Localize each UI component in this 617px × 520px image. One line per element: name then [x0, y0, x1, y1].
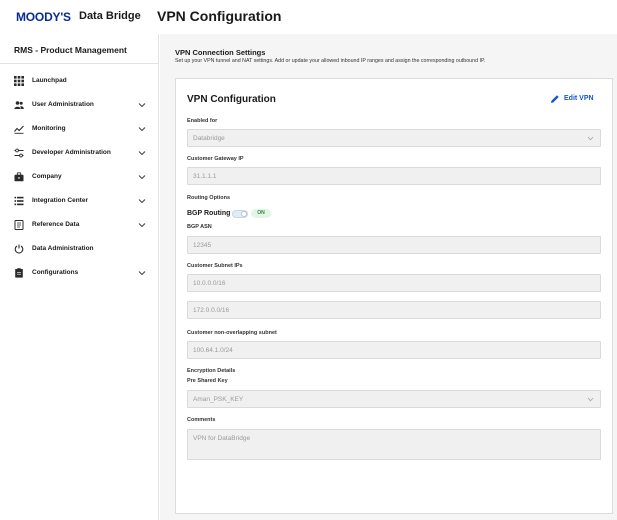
bgp-routing-label: BGP Routing	[187, 210, 231, 217]
bgp-asn-label: BGP ASN	[187, 224, 212, 230]
main-content: VPN Connection Settings Set up your VPN …	[160, 34, 617, 520]
customer-gateway-value: 31.1.1.1	[193, 173, 217, 180]
pencil-icon	[551, 95, 559, 103]
sidebar-item-monitoring[interactable]: Monitoring	[0, 120, 159, 140]
users-icon	[14, 101, 24, 109]
card-title: VPN Configuration	[187, 94, 276, 105]
non-overlapping-subnet-label: Customer non-overlapping subnet	[187, 330, 277, 336]
customer-subnet-field-2[interactable]: 172.0.0.0/16	[187, 301, 601, 319]
sidebar-item-label: User Administration	[32, 101, 94, 108]
product-name: Data Bridge	[79, 10, 141, 22]
book-icon	[14, 220, 24, 230]
sidebar-item-label: Monitoring	[32, 125, 66, 132]
top-bar: MOODY'S Data Bridge VPN Configuration	[0, 0, 617, 34]
enabled-for-value: Databridge	[193, 135, 225, 142]
non-overlapping-subnet-field[interactable]: 100.64.1.0/24	[187, 341, 601, 359]
vpn-config-card: VPN Configuration Edit VPN Enabled for D…	[175, 78, 613, 514]
sidebar-item-data-administration[interactable]: Data Administration	[0, 240, 159, 260]
sidebar-item-label: Reference Data	[32, 221, 80, 228]
bgp-routing-toggle[interactable]	[232, 210, 248, 218]
enabled-for-label: Enabled for	[187, 118, 218, 124]
chevron-down-icon[interactable]	[138, 150, 146, 156]
sliders-icon	[14, 148, 24, 158]
pre-shared-key-select[interactable]: Aman_PSK_KEY	[187, 390, 601, 408]
comments-textarea[interactable]: VPN for DataBridge	[187, 429, 601, 460]
chevron-down-icon[interactable]	[138, 102, 146, 108]
sidebar-title: RMS - Product Management	[14, 45, 127, 55]
sidebar-item-integration-center[interactable]: Integration Center	[0, 192, 159, 212]
sidebar-item-developer-administration[interactable]: Developer Administration	[0, 144, 159, 164]
chevron-down-icon	[587, 397, 594, 402]
customer-subnet-field-1[interactable]: 10.0.0.0/16	[187, 274, 601, 292]
chevron-down-icon[interactable]	[138, 126, 146, 132]
toggle-knob	[241, 211, 247, 217]
enabled-for-select[interactable]: Databridge	[187, 129, 601, 147]
sidebar-item-label: Data Administration	[32, 245, 94, 252]
edit-vpn-button[interactable]: Edit VPN	[550, 94, 602, 106]
encryption-details-label: Encryption Details	[187, 368, 236, 374]
sidebar-item-label: Developer Administration	[32, 149, 111, 156]
sidebar-item-configurations[interactable]: Configurations	[0, 264, 159, 284]
customer-subnet-value: 172.0.0.0/16	[193, 307, 230, 314]
page-title: VPN Configuration	[157, 8, 282, 24]
sidebar-item-launchpad[interactable]: Launchpad	[0, 72, 159, 92]
power-icon	[14, 244, 24, 254]
clipboard-icon	[15, 268, 23, 278]
bgp-asn-value: 12345	[193, 242, 212, 249]
sidebar-item-label: Company	[32, 173, 62, 180]
section-title: VPN Connection Settings	[175, 48, 266, 57]
bgp-asn-field[interactable]: 12345	[187, 236, 601, 254]
customer-gateway-label: Customer Gateway IP	[187, 156, 244, 162]
sidebar-item-label: Configurations	[32, 269, 79, 276]
section-description: Set up your VPN tunnel and NAT settings.…	[175, 58, 486, 64]
grid-icon	[14, 76, 24, 86]
comments-label: Comments	[187, 417, 216, 423]
chevron-down-icon[interactable]	[138, 270, 146, 276]
sidebar-item-reference-data[interactable]: Reference Data	[0, 216, 159, 236]
bgp-toggle-status: ON	[251, 209, 271, 218]
sidebar-divider	[0, 63, 159, 64]
chevron-down-icon[interactable]	[138, 198, 146, 204]
sidebar-item-label: Launchpad	[32, 77, 67, 84]
routing-options-label: Routing Options	[187, 195, 231, 201]
chart-line-icon	[14, 125, 24, 134]
sidebar-item-company[interactable]: Company	[0, 168, 159, 188]
list-icon	[14, 196, 24, 206]
chevron-down-icon	[587, 136, 594, 141]
chevron-down-icon[interactable]	[138, 222, 146, 228]
sidebar: RMS - Product Management Launchpad User …	[0, 34, 159, 520]
sidebar-item-label: Integration Center	[32, 197, 88, 204]
pre-shared-key-value: Aman_PSK_KEY	[193, 396, 244, 403]
chevron-down-icon[interactable]	[138, 174, 146, 180]
sidebar-item-user-administration[interactable]: User Administration	[0, 96, 159, 116]
customer-gateway-field[interactable]: 31.1.1.1	[187, 167, 601, 185]
moodys-logo[interactable]: MOODY'S	[16, 10, 71, 24]
pre-shared-key-label: Pre Shared Key	[187, 378, 228, 384]
customer-subnet-label: Customer Subnet IPs	[187, 263, 243, 269]
comments-value: VPN for DataBridge	[193, 435, 251, 442]
non-overlapping-subnet-value: 100.64.1.0/24	[193, 347, 233, 354]
customer-subnet-value: 10.0.0.0/16	[193, 280, 226, 287]
briefcase-icon	[14, 172, 24, 182]
edit-vpn-label: Edit VPN	[564, 95, 594, 102]
